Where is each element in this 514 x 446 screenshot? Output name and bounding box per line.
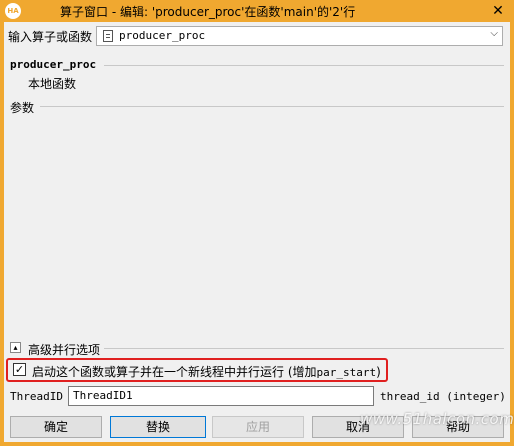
- thread-id-input[interactable]: ThreadID1: [68, 386, 374, 406]
- parallel-start-checkbox[interactable]: ✓: [13, 363, 26, 376]
- close-icon[interactable]: ✕: [488, 2, 508, 20]
- advanced-divider: [104, 348, 504, 349]
- collapse-toggle-icon[interactable]: ▴: [10, 342, 21, 353]
- section-divider: [104, 65, 504, 66]
- operator-input-label: 输入算子或函数: [8, 30, 93, 44]
- parallel-start-label-code: par_start: [316, 366, 377, 379]
- function-type-label: 本地函数: [28, 77, 77, 91]
- halcon-logo-icon: HA: [5, 3, 21, 19]
- parameters-divider: [40, 106, 504, 107]
- function-icon: [103, 30, 113, 42]
- parallel-start-label-prefix: 启动这个函数或算子并在一个新线程中并行运行 (增加: [32, 365, 317, 379]
- watermark: www.51halcon.com: [360, 410, 514, 428]
- ok-button[interactable]: 确定: [10, 416, 102, 438]
- parallel-start-label[interactable]: 启动这个函数或算子并在一个新线程中并行运行 (增加par_start): [32, 363, 381, 380]
- operator-combobox[interactable]: producer_proc ⌵: [96, 26, 503, 46]
- replace-button[interactable]: 替换: [110, 416, 206, 438]
- thread-id-type-label: thread_id (integer): [380, 390, 506, 403]
- window-title: 算子窗口 - 编辑: 'producer_proc'在函数'main'的'2'行: [60, 5, 356, 19]
- parameters-heading: 参数: [10, 101, 35, 115]
- title-bar: HA 算子窗口 - 编辑: 'producer_proc'在函数'main'的'…: [0, 0, 514, 22]
- function-name-heading: producer_proc: [10, 58, 97, 71]
- thread-id-label: ThreadID: [10, 390, 63, 403]
- advanced-parallel-options-heading: 高级并行选项: [28, 343, 101, 357]
- apply-button[interactable]: 应用: [212, 416, 304, 438]
- operator-combobox-value: producer_proc: [119, 29, 206, 42]
- parallel-start-label-suffix: ): [376, 365, 381, 379]
- operator-window: 输入算子或函数 producer_proc ⌵ producer_proc 本地…: [4, 22, 510, 442]
- chevron-down-icon[interactable]: ⌵: [490, 28, 498, 39]
